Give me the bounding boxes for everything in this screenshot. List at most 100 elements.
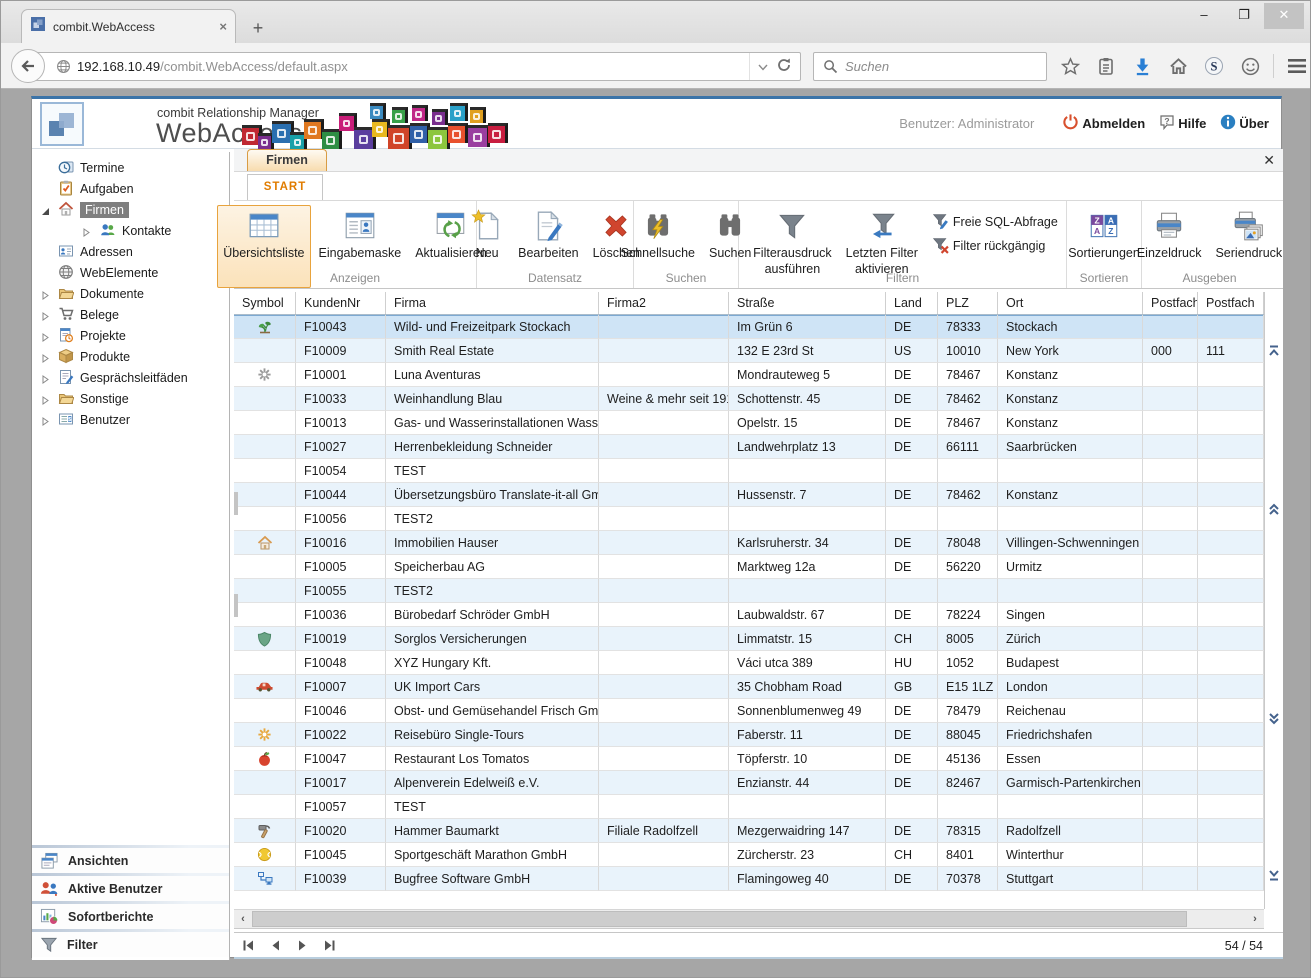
column-header-symbol[interactable]: Symbol: [234, 292, 296, 314]
home-button[interactable]: [1165, 51, 1191, 81]
table-row[interactable]: F10036Bürobedarf Schröder GmbHLaubwaldst…: [234, 603, 1264, 627]
sidebar-item-dokumente[interactable]: Dokumente: [32, 283, 229, 304]
sidebar-footer-filter[interactable]: Filter: [32, 932, 229, 957]
table-row[interactable]: F10047Restaurant Los TomatosTöpferstr. 1…: [234, 747, 1264, 771]
table-row[interactable]: F10009Smith Real Estate132 E 23rd StUS10…: [234, 339, 1264, 363]
bookmark-star-button[interactable]: [1057, 51, 1083, 81]
prev-page-button[interactable]: [269, 939, 282, 957]
scroll-down-icon[interactable]: [1267, 712, 1281, 731]
feedback-button[interactable]: [1237, 51, 1263, 81]
expander-collapsed-icon[interactable]: [41, 310, 51, 320]
sidebar-item-aufgaben[interactable]: Aufgaben: [32, 178, 229, 199]
table-row[interactable]: F10017Alpenverein Edelweiß e.V.Enzianstr…: [234, 771, 1264, 795]
browser-tab[interactable]: combit.WebAccess ×: [21, 9, 236, 43]
scroll-bottom-icon[interactable]: [1267, 868, 1281, 887]
bookmarks-menu-button[interactable]: [1093, 51, 1119, 81]
scroll-left-icon[interactable]: ‹: [234, 910, 252, 928]
sidebar-item-benutzer[interactable]: $Benutzer: [32, 409, 229, 430]
sidebar-item-projekte[interactable]: Projekte: [32, 325, 229, 346]
expander-collapsed-icon[interactable]: [41, 331, 51, 341]
table-row[interactable]: F10054TEST: [234, 459, 1264, 483]
table-row[interactable]: F10020Hammer BaumarktFiliale RadolfzellM…: [234, 819, 1264, 843]
adressen-icon: [58, 243, 74, 259]
s-extension-button[interactable]: S: [1201, 51, 1227, 81]
table-row[interactable]: F10007UK Import Cars35 Chobham RoadGBE15…: [234, 675, 1264, 699]
table-row[interactable]: F10033Weinhandlung BlauWeine & mehr seit…: [234, 387, 1264, 411]
search-box[interactable]: Suchen: [813, 52, 1047, 81]
column-header-land[interactable]: Land: [886, 292, 938, 314]
logout-button[interactable]: Abmelden: [1062, 113, 1145, 133]
last-page-button[interactable]: [323, 939, 336, 957]
table-row[interactable]: F10005Speicherbau AGMarktweg 12aDE56220U…: [234, 555, 1264, 579]
ribbon-button-filter-rückgängig[interactable]: Filter rückgängig: [932, 237, 1058, 254]
sidebar-item-adressen[interactable]: Adressen: [32, 241, 229, 262]
sidebar-item-kontakte[interactable]: Kontakte: [32, 220, 229, 241]
back-button[interactable]: [11, 49, 45, 83]
ribbon-button-freie-sql-abfrage[interactable]: Freie SQL-Abfrage: [932, 213, 1058, 230]
scroll-right-icon[interactable]: ›: [1246, 910, 1264, 928]
sidebar-item-termine[interactable]: Termine: [32, 157, 229, 178]
column-header-plz[interactable]: PLZ: [938, 292, 998, 314]
table-row[interactable]: F10044Übersetzungsbüro Translate-it-all …: [234, 483, 1264, 507]
column-header-strasse[interactable]: Straße: [729, 292, 886, 314]
column-header-ort[interactable]: Ort: [998, 292, 1143, 314]
sidebar-footer-sofortberichte[interactable]: Sofortberichte: [32, 904, 229, 929]
horizontal-scrollbar[interactable]: ‹ ›: [234, 909, 1264, 929]
expander-collapsed-icon[interactable]: [82, 226, 92, 236]
reload-icon[interactable]: [776, 57, 792, 76]
next-page-button[interactable]: [296, 939, 309, 957]
content-close-icon[interactable]: ✕: [1263, 152, 1275, 169]
column-header-firma[interactable]: Firma: [386, 292, 599, 314]
scroll-top-icon[interactable]: [1267, 344, 1281, 363]
sidebar-item-sonstige[interactable]: Sonstige: [32, 388, 229, 409]
table-row[interactable]: F10039Bugfree Software GmbHFlamingoweg 4…: [234, 867, 1264, 891]
help-button[interactable]: ?Hilfe: [1159, 114, 1206, 133]
tab-firmen[interactable]: Firmen: [247, 149, 327, 171]
table-row[interactable]: F10001Luna AventurasMondrauteweg 5DE7846…: [234, 363, 1264, 387]
sidebar-footer-ansichten[interactable]: Ansichten: [32, 848, 229, 873]
table-row[interactable]: F10027Herrenbekleidung SchneiderLandwehr…: [234, 435, 1264, 459]
column-header-kundennr[interactable]: KundenNr: [296, 292, 386, 314]
table-row[interactable]: F10022Reisebüro Single-ToursFaberstr. 11…: [234, 723, 1264, 747]
close-button[interactable]: ✕: [1264, 3, 1304, 29]
belege-icon: [58, 306, 74, 322]
column-header-postfachplz[interactable]: PostfachP: [1143, 292, 1198, 314]
new-tab-button[interactable]: +: [244, 15, 272, 41]
maximize-button[interactable]: ❐: [1224, 3, 1264, 29]
first-page-button[interactable]: [242, 939, 255, 957]
table-row[interactable]: F10019Sorglos VersicherungenLimmatstr. 1…: [234, 627, 1264, 651]
chevron-down-icon[interactable]: [758, 59, 768, 74]
column-header-postfach[interactable]: Postfach: [1198, 292, 1264, 314]
table-row[interactable]: F10043Wild- und Freizeitpark StockachIm …: [234, 315, 1264, 339]
sidebar-item-firmen[interactable]: Firmen: [32, 199, 229, 220]
downloads-button[interactable]: [1129, 51, 1155, 81]
scrollbar-thumb[interactable]: [252, 911, 1187, 927]
minimize-button[interactable]: –: [1184, 3, 1224, 29]
url-bar[interactable]: 192.168.10.49 /combit.WebAccess/default.…: [31, 52, 801, 81]
expander-collapsed-icon[interactable]: [41, 289, 51, 299]
expander-collapsed-icon[interactable]: [41, 352, 51, 362]
expander-collapsed-icon[interactable]: [41, 415, 51, 425]
table-row[interactable]: F10016Immobilien HauserKarlsruherstr. 34…: [234, 531, 1264, 555]
sidebar-item-belege[interactable]: Belege: [32, 304, 229, 325]
sidebar-item-gespr-chsleitf-den[interactable]: Gesprächsleitfäden: [32, 367, 229, 388]
menu-button[interactable]: [1284, 51, 1310, 81]
table-row[interactable]: F10057TEST: [234, 795, 1264, 819]
table-row[interactable]: F10046Obst- und Gemüsehandel Frisch GmbH…: [234, 699, 1264, 723]
scroll-up-icon[interactable]: [1267, 502, 1281, 521]
expander-collapsed-icon[interactable]: [41, 373, 51, 383]
sidebar-item-webelemente[interactable]: WebElemente: [32, 262, 229, 283]
expander-collapsed-icon[interactable]: [41, 394, 51, 404]
table-row[interactable]: F10055TEST2: [234, 579, 1264, 603]
table-row[interactable]: F10013Gas- und Wasserinstallationen Wass…: [234, 411, 1264, 435]
sidebar-item-produkte[interactable]: Produkte: [32, 346, 229, 367]
table-row[interactable]: F10048XYZ Hungary Kft.Váci utca 389HU105…: [234, 651, 1264, 675]
tab-start[interactable]: START: [247, 174, 323, 200]
table-row[interactable]: F10045Sportgeschäft Marathon GmbHZürcher…: [234, 843, 1264, 867]
sidebar-footer-aktive-benutzer[interactable]: Aktive Benutzer: [32, 876, 229, 901]
expander-expanded-icon[interactable]: [41, 205, 51, 215]
column-header-firma2[interactable]: Firma2: [599, 292, 729, 314]
tab-close-icon[interactable]: ×: [219, 19, 227, 34]
about-button[interactable]: Über: [1220, 114, 1269, 133]
table-row[interactable]: F10056TEST2: [234, 507, 1264, 531]
